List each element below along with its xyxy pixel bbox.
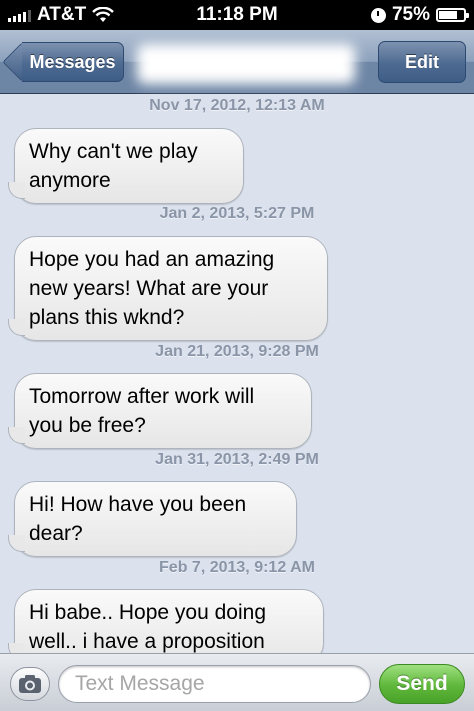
messages-back-button[interactable]: Messages bbox=[2, 42, 124, 82]
message-bubble[interactable]: Hi! How have you been dear? bbox=[8, 481, 297, 557]
battery-level bbox=[439, 11, 457, 19]
back-button-wrap: Messages bbox=[0, 30, 130, 94]
message-line: Hope you had an amazing bbox=[29, 248, 275, 271]
edit-button[interactable]: Edit bbox=[378, 41, 466, 83]
message-line: Why can't we play bbox=[29, 140, 198, 163]
message-bubble[interactable]: Tomorrow after work will you be free? bbox=[8, 373, 312, 449]
message-line: plans this wknd? bbox=[29, 306, 185, 329]
message-line: Tomorrow after work will bbox=[29, 385, 255, 408]
send-button-label: Send bbox=[396, 672, 448, 695]
status-left: AT&T bbox=[8, 4, 115, 26]
status-bar: AT&T 11:18 PM 75% bbox=[0, 0, 474, 30]
message-line: Hi! How have you been bbox=[29, 493, 247, 516]
message-timestamp: Jan 21, 2013, 9:28 PM bbox=[155, 343, 319, 360]
battery-icon bbox=[436, 8, 469, 22]
message-bubble[interactable]: Hope you had an amazing new years! What … bbox=[8, 236, 328, 341]
message-line: you be free? bbox=[29, 414, 146, 437]
message-timestamp: Jan 2, 2013, 5:27 PM bbox=[159, 205, 315, 222]
status-right: 75% bbox=[370, 4, 469, 26]
wifi-icon bbox=[92, 7, 115, 22]
camera-icon bbox=[19, 675, 41, 693]
message-timestamp: Jan 31, 2013, 2:49 PM bbox=[155, 451, 319, 468]
navigation-bar: Messages Edit bbox=[0, 30, 474, 94]
conversation[interactable]: Nov 17, 2012, 12:13 AM Why can't we play… bbox=[0, 95, 474, 653]
compose-bar: Send bbox=[0, 653, 474, 711]
orientation-lock-icon bbox=[370, 7, 386, 23]
camera-button[interactable] bbox=[10, 667, 50, 701]
carrier-name: AT&T bbox=[37, 4, 87, 25]
message-input[interactable] bbox=[58, 665, 371, 703]
signal-icon bbox=[8, 8, 31, 22]
message-bubble[interactable]: Why can't we play anymore bbox=[8, 128, 244, 204]
send-button[interactable]: Send bbox=[379, 664, 465, 704]
message-line: anymore bbox=[29, 169, 111, 192]
message-line: new years! What are your bbox=[29, 277, 269, 300]
message-line: Hi babe.. Hope you doing bbox=[29, 601, 266, 624]
message-bubble[interactable]: Hi babe.. Hope you doing well.. i have a… bbox=[8, 589, 324, 653]
edit-button-label: Edit bbox=[405, 51, 439, 72]
back-button-label: Messages bbox=[29, 51, 116, 72]
message-timestamp: Nov 17, 2012, 12:13 AM bbox=[149, 97, 325, 114]
contact-name-redacted bbox=[137, 44, 355, 84]
message-line: dear? bbox=[29, 522, 83, 545]
message-line: well.. i have a proposition bbox=[29, 630, 265, 653]
message-timestamp: Feb 7, 2013, 9:12 AM bbox=[159, 559, 315, 576]
battery-percent: 75% bbox=[391, 4, 430, 25]
